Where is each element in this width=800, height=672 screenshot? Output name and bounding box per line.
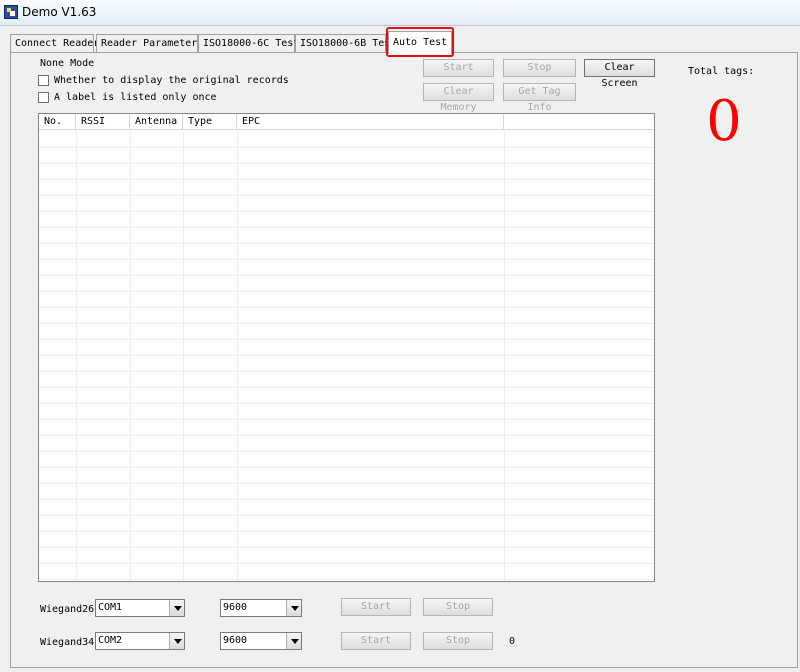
gridline-vertical xyxy=(183,131,184,581)
gridline-horizontal xyxy=(39,419,654,420)
gridline-horizontal xyxy=(39,483,654,484)
chevron-down-icon[interactable] xyxy=(169,600,184,616)
gridline-horizontal xyxy=(39,243,654,244)
clear-screen-button[interactable]: Clear Screen xyxy=(584,59,655,89)
gridline-horizontal xyxy=(39,307,654,308)
table-header: No. RSSI Antenna Type EPC xyxy=(39,114,654,130)
show-original-records-label: Whether to display the original records xyxy=(54,75,289,86)
wiegand34-baud-value: 9600 xyxy=(223,635,248,646)
gridline-horizontal xyxy=(39,579,654,580)
label-once-checkbox[interactable] xyxy=(38,92,49,103)
gridline-horizontal xyxy=(39,291,654,292)
gridline-horizontal xyxy=(39,163,654,164)
gridline-horizontal xyxy=(39,467,654,468)
gridline-horizontal xyxy=(39,147,654,148)
gridline-vertical xyxy=(504,131,505,581)
gridline-horizontal xyxy=(39,195,654,196)
gridline-vertical xyxy=(76,131,77,581)
wiegand26-baud-value: 9600 xyxy=(223,602,248,613)
wiegand26-baud-select[interactable]: 9600 xyxy=(220,599,302,617)
wiegand34-baud-select[interactable]: 9600 xyxy=(220,632,302,650)
wiegand26-port-value: COM1 xyxy=(98,602,123,613)
column-header-antenna[interactable]: Antenna xyxy=(130,114,183,130)
total-tags-label: Total tags: xyxy=(688,66,755,77)
tab-reader-parameters[interactable]: Reader Parameters xyxy=(96,34,203,53)
gridline-horizontal xyxy=(39,403,654,404)
chevron-down-icon[interactable] xyxy=(286,600,301,616)
gridline-horizontal xyxy=(39,211,654,212)
wiegand26-port-select[interactable]: COM1 xyxy=(95,599,185,617)
tab-connect-reader[interactable]: Connect Reader xyxy=(10,34,99,53)
wiegand26-start-button[interactable]: Start xyxy=(341,598,411,616)
total-tags-count: 0 xyxy=(706,89,742,154)
tag-list-table[interactable]: No. RSSI Antenna Type EPC xyxy=(38,113,655,582)
clear-memory-button[interactable]: Clear Memory xyxy=(423,83,494,113)
gridline-vertical xyxy=(130,131,131,581)
wiegand34-stop-button[interactable]: Stop xyxy=(423,632,493,650)
gridline-horizontal xyxy=(39,275,654,276)
wiegand34-start-button[interactable]: Start xyxy=(341,632,411,650)
app-icon xyxy=(4,5,18,19)
gridline-vertical xyxy=(237,131,238,581)
gridline-horizontal xyxy=(39,371,654,372)
gridline-horizontal xyxy=(39,563,654,564)
tab-iso18000-6c-test[interactable]: ISO18000-6C Test xyxy=(198,34,299,53)
gridline-horizontal xyxy=(39,547,654,548)
gridline-horizontal xyxy=(39,499,654,500)
show-original-records-checkbox[interactable] xyxy=(38,75,49,86)
chevron-down-icon[interactable] xyxy=(169,633,184,649)
gridline-horizontal xyxy=(39,227,654,228)
tab-iso18000-6b-test[interactable]: ISO18000-6B Test xyxy=(295,34,396,53)
gridline-horizontal xyxy=(39,179,654,180)
chevron-down-icon[interactable] xyxy=(286,633,301,649)
label-once-label: A label is listed only once xyxy=(54,92,217,103)
stop-button[interactable]: Stop xyxy=(503,59,576,77)
gridline-horizontal xyxy=(39,515,654,516)
column-header-epc[interactable]: EPC xyxy=(237,114,504,130)
wiegand26-stop-button[interactable]: Stop xyxy=(423,598,493,616)
tab-highlight-box xyxy=(386,27,454,57)
gridline-horizontal xyxy=(39,435,654,436)
gridline-horizontal xyxy=(39,339,654,340)
wiegand26-label: Wiegand26 xyxy=(40,604,95,615)
gridline-horizontal xyxy=(39,531,654,532)
wiegand34-port-select[interactable]: COM2 xyxy=(95,632,185,650)
get-tag-info-button[interactable]: Get Tag Info xyxy=(503,83,576,113)
gridline-horizontal xyxy=(39,387,654,388)
wiegand34-port-value: COM2 xyxy=(98,635,123,646)
wiegand34-label: Wiegand34 xyxy=(40,637,95,648)
column-header-type[interactable]: Type xyxy=(183,114,237,130)
gridline-horizontal xyxy=(39,355,654,356)
start-button[interactable]: Start xyxy=(423,59,494,77)
title-bar: Demo V1.63 xyxy=(0,0,800,26)
gridline-horizontal xyxy=(39,323,654,324)
column-header-blank[interactable] xyxy=(504,114,654,130)
table-body xyxy=(39,131,654,581)
window-title: Demo V1.63 xyxy=(22,5,97,19)
wiegand34-count: 0 xyxy=(509,636,516,647)
mode-label: None Mode xyxy=(40,58,95,69)
gridline-horizontal xyxy=(39,259,654,260)
gridline-horizontal xyxy=(39,451,654,452)
column-header-no[interactable]: No. xyxy=(39,114,76,130)
column-header-rssi[interactable]: RSSI xyxy=(76,114,130,130)
